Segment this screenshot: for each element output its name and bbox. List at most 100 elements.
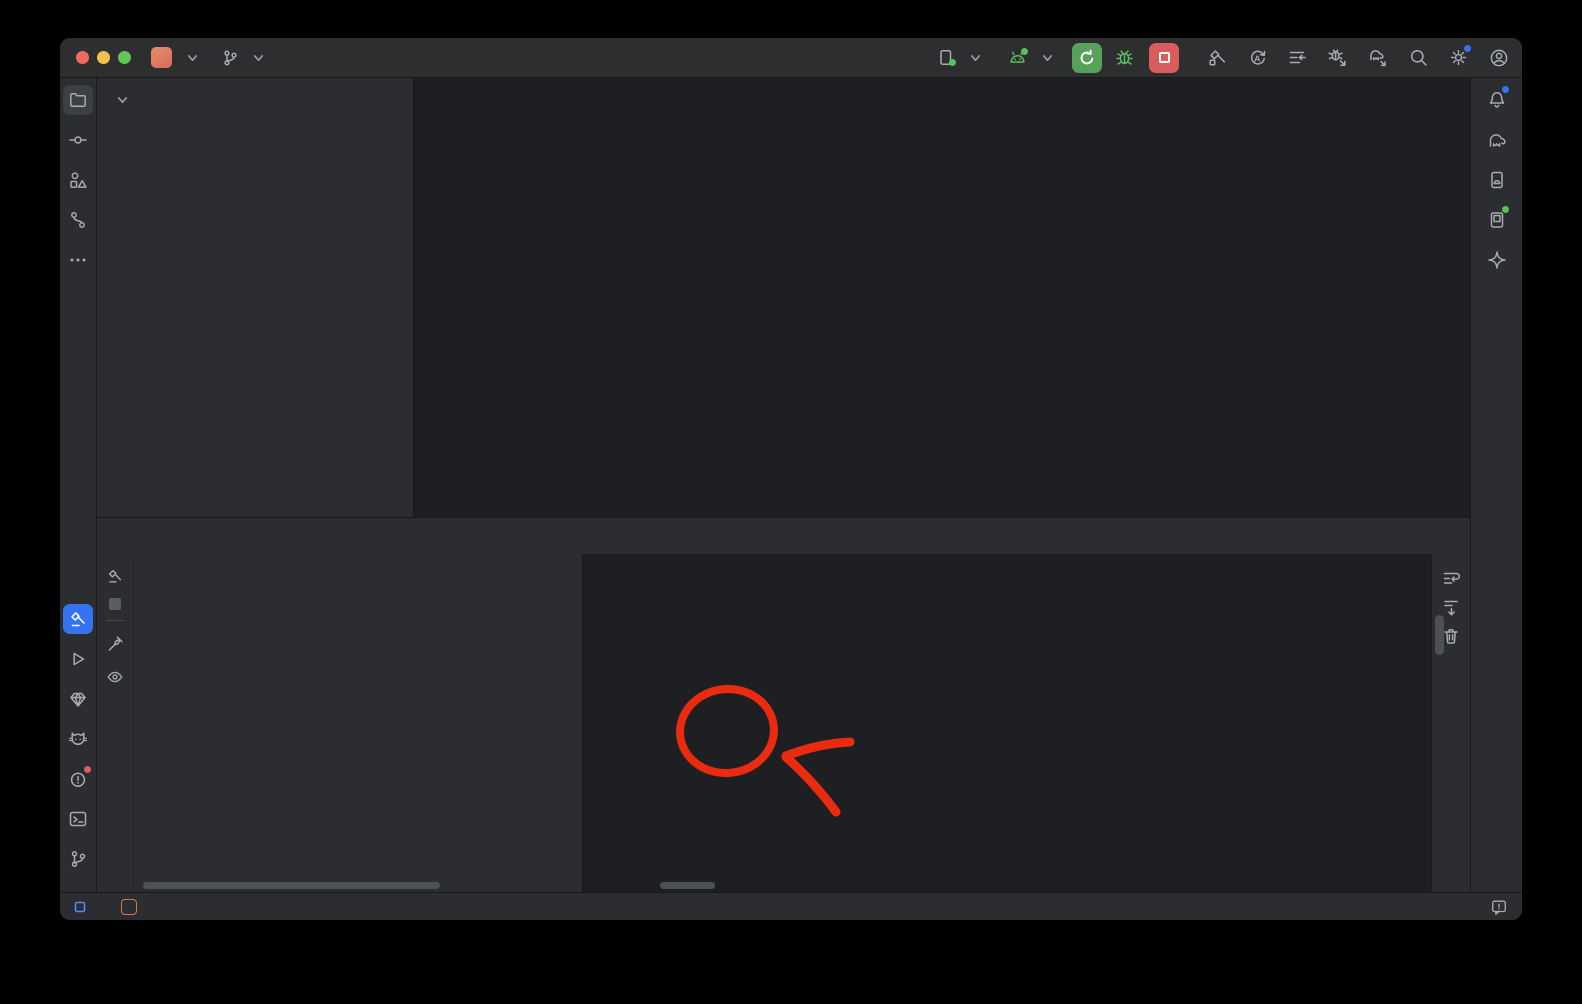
annotation-arrow-shaft (786, 757, 836, 812)
gradle-tool-button[interactable] (1482, 125, 1512, 155)
run-tool-button[interactable] (63, 644, 93, 674)
settings-button[interactable] (1448, 47, 1469, 68)
red-annotation (583, 554, 1431, 892)
android-icon (1008, 50, 1027, 65)
folder-icon (68, 90, 88, 110)
module-icon (74, 901, 86, 913)
soft-wrap-icon (1442, 569, 1460, 587)
notification-badge (1502, 86, 1509, 93)
titlebar: A (60, 38, 1522, 78)
chevron-down-icon (1041, 51, 1054, 64)
header-file-icon (121, 899, 137, 915)
run-configuration-selector[interactable] (1008, 50, 1054, 65)
commit-tool-button[interactable] (63, 125, 93, 155)
status-bar-right (1490, 898, 1508, 916)
chevron-down-icon (969, 51, 982, 64)
logcat-tool-button[interactable] (63, 724, 93, 754)
upper-area (97, 78, 1470, 518)
main-area (60, 78, 1522, 892)
soft-wrap-button[interactable] (1439, 566, 1463, 590)
horizontal-scrollbar[interactable] (660, 882, 715, 889)
git-branch-icon (68, 849, 88, 869)
rerun-button[interactable] (1072, 43, 1102, 73)
build-project-button[interactable] (1207, 47, 1228, 68)
build-tool-button[interactable] (63, 604, 93, 634)
center-column (97, 78, 1470, 892)
stop-button[interactable] (1149, 43, 1179, 73)
window-controls (76, 51, 131, 64)
apply-changes-button[interactable]: A (1247, 47, 1268, 68)
device-manager-icon (1487, 170, 1507, 190)
horizontal-scrollbar[interactable] (143, 882, 440, 889)
ellipsis-icon (68, 250, 88, 270)
more-tools-button[interactable] (63, 245, 93, 275)
device-icon (938, 49, 955, 66)
apply-changes-icon: A (1247, 47, 1268, 68)
chevron-down-icon (116, 93, 129, 106)
scroll-down-icon (1442, 598, 1460, 616)
chevron-down-icon (252, 51, 265, 64)
pin-tab-button[interactable] (103, 631, 127, 655)
project-view-selector[interactable] (97, 84, 413, 114)
terminal-icon (68, 809, 88, 829)
editor-area (414, 78, 1470, 517)
build-tree-panel (134, 554, 582, 892)
hammer-icon (106, 567, 124, 585)
device-manager-tool-button[interactable] (1482, 165, 1512, 195)
search-icon (1408, 47, 1429, 68)
close-window-button[interactable] (76, 51, 89, 64)
version-control-tool-button[interactable] (63, 844, 93, 874)
build-toolbar (97, 554, 134, 892)
gradle-sync-button[interactable] (1367, 47, 1389, 68)
play-icon (68, 649, 88, 669)
profile-icon (1488, 47, 1510, 69)
event-log-icon[interactable] (1490, 898, 1508, 916)
device-selector[interactable] (938, 49, 982, 66)
hammer-icon (1207, 47, 1228, 68)
bug-arrow-icon (1327, 47, 1348, 68)
running-devices-tool-button[interactable] (1482, 205, 1512, 235)
gradle-elephant-sync-icon (1367, 47, 1389, 68)
minimize-window-button[interactable] (97, 51, 110, 64)
cat-icon (68, 729, 88, 749)
project-panel (97, 78, 414, 517)
notifications-tool-button[interactable] (1482, 85, 1512, 115)
gemini-tool-button[interactable] (1482, 245, 1512, 275)
chevron-down-icon (186, 51, 199, 64)
attach-debugger-button[interactable] (1327, 47, 1348, 68)
search-everywhere-button[interactable] (1408, 47, 1429, 68)
svg-text:A: A (1254, 53, 1260, 63)
pin-icon (107, 635, 124, 652)
vertical-scrollbar[interactable] (1435, 615, 1444, 655)
restart-build-button[interactable] (103, 564, 127, 588)
build-header (97, 518, 1470, 554)
debug-button[interactable] (1114, 47, 1135, 68)
filter-view-button[interactable] (103, 665, 127, 689)
left-tool-stripe (60, 78, 97, 892)
app-quality-insights-tool-button[interactable] (63, 684, 93, 714)
branch-selector[interactable] (223, 50, 265, 66)
vcs-tool-button[interactable] (63, 205, 93, 235)
shapes-icon (68, 170, 88, 190)
divider (106, 620, 124, 621)
build-variants-button[interactable] (1287, 47, 1308, 68)
build-console (582, 554, 1431, 892)
console-gutter (1431, 554, 1470, 892)
terminal-tool-button[interactable] (63, 804, 93, 834)
problems-tool-button[interactable] (63, 764, 93, 794)
git-graph-icon (68, 210, 88, 230)
project-tool-button[interactable] (63, 85, 93, 115)
titlebar-actions: A (1207, 47, 1510, 69)
running-devices-icon (1487, 210, 1507, 230)
fullscreen-window-button[interactable] (118, 51, 131, 64)
structure-tool-button[interactable] (63, 165, 93, 195)
build-body (97, 554, 1470, 892)
project-selector[interactable] (151, 47, 199, 68)
trash-icon (1442, 627, 1460, 645)
stop-build-button[interactable] (109, 598, 121, 610)
list-icon (1287, 47, 1308, 68)
gem-icon (68, 689, 88, 709)
build-tool-window (97, 518, 1470, 892)
profile-button[interactable] (1488, 47, 1510, 69)
hammer-icon (68, 609, 88, 629)
